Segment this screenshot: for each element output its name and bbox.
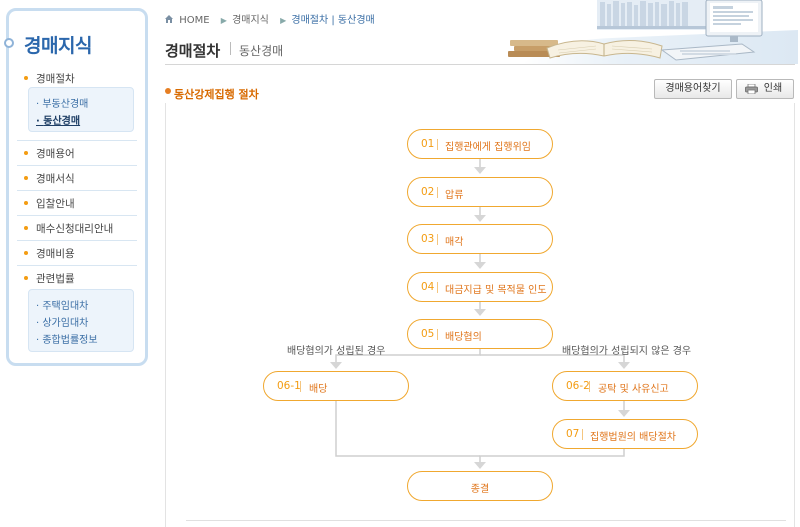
step-number: 06-1 <box>277 380 301 392</box>
divider <box>300 381 301 392</box>
arrow-down-icon <box>474 215 486 222</box>
step-number: 06-2 <box>566 380 590 392</box>
flow-step-01: 01 집행관에게 집행위임 <box>407 129 553 159</box>
flow-step-05: 05 배당협의 <box>407 319 553 349</box>
arrow-down-icon <box>474 167 486 174</box>
step-label: 대금지급 및 목적물 인도 <box>445 285 547 296</box>
step-label: 압류 <box>445 190 464 201</box>
connector-line <box>479 449 625 464</box>
step-number: 04 <box>421 281 435 293</box>
step-label: 배당 <box>309 384 328 395</box>
divider <box>437 282 438 293</box>
arrow-down-icon <box>474 309 486 316</box>
step-number: 02 <box>421 186 435 198</box>
branch-condition-right: 배당협의가 성립되지 않은 경우 <box>562 346 692 357</box>
arrow-down-icon <box>330 362 342 369</box>
divider <box>437 187 438 198</box>
step-label: 집행관에게 집행위임 <box>445 142 531 153</box>
arrow-down-icon <box>618 410 630 417</box>
step-label: 공탁 및 사유신고 <box>598 384 669 395</box>
flow-step-02: 02 압류 <box>407 177 553 207</box>
step-label: 매각 <box>445 237 464 248</box>
arrow-down-icon <box>618 362 630 369</box>
divider <box>582 429 583 440</box>
flow-step-end: 종결 <box>407 471 553 501</box>
arrow-down-icon <box>474 462 486 469</box>
divider <box>437 139 438 150</box>
flow-step-04: 04 대금지급 및 목적물 인도 <box>407 272 553 302</box>
divider <box>437 329 438 340</box>
divider <box>589 381 590 392</box>
step-label: 종결 <box>470 484 490 495</box>
flow-step-03: 03 매각 <box>407 224 553 254</box>
step-number: 07 <box>566 428 580 440</box>
flow-step-06-2: 06-2 공탁 및 사유신고 <box>552 371 698 401</box>
connector-line <box>335 401 480 457</box>
branch-condition-left: 배당협의가 성립된 경우 <box>287 346 386 357</box>
flow-step-06-1: 06-1 배당 <box>263 371 409 401</box>
step-label: 배당협의 <box>445 332 482 343</box>
step-number: 01 <box>421 138 435 150</box>
step-number: 03 <box>421 233 435 245</box>
divider <box>437 234 438 245</box>
step-label: 집행법원의 배당절차 <box>590 432 676 443</box>
step-number: 05 <box>421 328 435 340</box>
arrow-down-icon <box>474 262 486 269</box>
flow-step-07: 07 집행법원의 배당절차 <box>552 419 698 449</box>
